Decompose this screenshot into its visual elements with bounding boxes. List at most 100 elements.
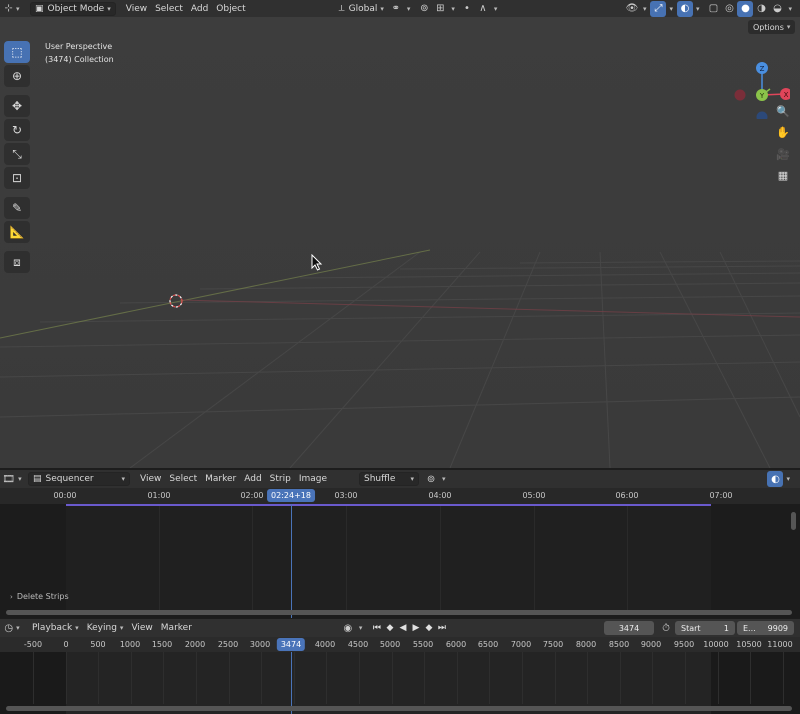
camera-icon[interactable]: 🎥 — [773, 144, 793, 164]
overlap-mode-dropdown[interactable]: Shuffle ▾ — [359, 472, 420, 486]
rendered-shading-icon[interactable]: ◒ — [769, 1, 785, 17]
tl-tick-label: 8500 — [608, 640, 630, 649]
auto-keying-icon[interactable]: ◉ — [340, 620, 356, 636]
cursor-tool[interactable]: ⊕ — [4, 65, 30, 87]
gizmo-toggle-icon[interactable]: ⤢ — [650, 0, 667, 17]
seq-menu-marker[interactable]: Marker — [201, 472, 240, 486]
select-box-icon: ⬚ — [11, 45, 23, 59]
3d-viewport[interactable]: User Perspective (3474) Collection ⬚ ⊕ ✥… — [0, 17, 800, 468]
tl-tick-label: 10500 — [736, 640, 762, 649]
sequencer-view-type[interactable]: ▤ Sequencer ▾ — [28, 472, 130, 486]
scale-tool[interactable]: ⤡ — [4, 143, 30, 165]
next-keyframe-icon[interactable]: ◆ — [422, 621, 435, 635]
seq-menu-image[interactable]: Image — [295, 472, 331, 486]
timeline-menu-marker[interactable]: Marker — [157, 621, 196, 635]
gizmo-x-label: X — [784, 91, 789, 99]
proportional-edit-icon[interactable]: • — [459, 1, 475, 17]
gizmo-neg-z-axis[interactable] — [756, 111, 768, 120]
snap-target-icon[interactable]: ⊞ — [432, 1, 448, 17]
stopwatch-icon[interactable]: ⏱ — [658, 620, 674, 636]
tl-tick-label: 10000 — [703, 640, 729, 649]
pivot-icon[interactable]: ⚭ — [388, 1, 404, 17]
menu-add[interactable]: Add — [187, 2, 212, 16]
annotate-tool[interactable]: ✎ — [4, 197, 30, 219]
timeline-ruler[interactable]: -500 0 500 1000 1500 2000 2500 3000 3474… — [0, 637, 800, 652]
mode-label: Object Mode — [47, 3, 105, 14]
options-dropdown[interactable]: Options ▾ — [748, 20, 796, 34]
prev-keyframe-icon[interactable]: ◆ — [383, 621, 396, 635]
visibility-icon[interactable]: 👁 — [624, 1, 640, 17]
sequencer-playhead[interactable]: 02:24+18 — [267, 489, 315, 502]
3d-cursor-icon[interactable] — [168, 293, 184, 309]
clock-editor-icon[interactable]: ◷ ▾ — [4, 620, 20, 636]
seq-gridline — [159, 506, 160, 610]
falloff-icon[interactable]: ∧ — [475, 1, 491, 17]
end-value: 9909 — [767, 623, 788, 633]
keying-menu[interactable]: Keying ▾ — [83, 621, 128, 635]
rotate-icon: ↻ — [11, 123, 23, 137]
editor-type-icon[interactable]: ⊹ ▾ — [4, 1, 20, 17]
seq-menu-view[interactable]: View — [136, 472, 165, 486]
tl-gridline — [685, 652, 686, 704]
transform-tool[interactable]: ⊡ — [4, 167, 30, 189]
tl-gridline — [228, 652, 230, 704]
end-frame-field[interactable]: E... 9909 — [737, 621, 794, 635]
sequencer-strip-area[interactable]: › Delete Strips — [0, 488, 800, 618]
orientation-selector[interactable]: ⟂ Global ▾ — [335, 2, 388, 16]
timeline-playhead[interactable]: 3474 — [276, 638, 306, 651]
seq-menu-add[interactable]: Add — [240, 472, 265, 486]
solid-shading-icon[interactable]: ● — [737, 0, 754, 17]
mode-selector[interactable]: ▣ Object Mode ▾ — [30, 1, 116, 16]
tl-tick-label: 1000 — [119, 640, 141, 649]
chevron-down-icon: ▾ — [786, 23, 791, 31]
tl-tick-label: 500 — [90, 640, 106, 649]
move-tool[interactable]: ✥ — [4, 95, 30, 117]
seq-menu-select[interactable]: Select — [165, 472, 201, 486]
seq-gridline — [534, 506, 535, 610]
play-reverse-icon[interactable]: ◀ — [396, 621, 409, 635]
overlay-toggle-icon[interactable]: ◐ — [767, 471, 784, 487]
zoom-icon[interactable]: 🔍 — [773, 101, 793, 121]
menu-select[interactable]: Select — [151, 2, 187, 16]
move-icon: ✥ — [11, 99, 23, 113]
editor-type-icon[interactable]: 🎞 ▾ — [2, 471, 21, 487]
tl-tick-label: 7500 — [542, 640, 564, 649]
pan-hand-icon[interactable]: ✋ — [773, 122, 793, 142]
tl-gridline — [782, 652, 784, 704]
snap-icon[interactable]: ⊚ — [416, 1, 432, 17]
perspective-grid-icon[interactable]: ▦ — [773, 165, 793, 185]
mouse-pointer-icon — [311, 254, 323, 271]
seq-gridline — [252, 506, 253, 610]
measure-tool[interactable]: 📐 — [4, 221, 30, 243]
timeline-menu-view[interactable]: View — [127, 621, 156, 635]
playback-menu[interactable]: Playback ▾ — [28, 621, 83, 635]
start-frame-field[interactable]: Start 1 — [675, 621, 735, 635]
timeline-horizontal-scrollbar[interactable] — [6, 706, 792, 711]
play-icon[interactable]: ▶ — [409, 621, 422, 635]
wireframe-shading-icon[interactable]: ◎ — [721, 1, 737, 17]
cursor-icon: ⊕ — [11, 69, 23, 83]
jump-end-icon[interactable]: ⏭ — [435, 621, 448, 635]
rotate-tool[interactable]: ↻ — [4, 119, 30, 141]
sequencer-ruler[interactable]: 00:00 01:00 02:00 03:00 04:00 05:00 06:0… — [0, 488, 800, 504]
material-shading-icon[interactable]: ◑ — [753, 1, 769, 17]
tool-shelf: ⬚ ⊕ ✥ ↻ ⤡ ⊡ ✎ 📐 ⧈ — [4, 41, 32, 275]
jump-start-icon[interactable]: ⏮ — [370, 621, 383, 635]
overlay-toggle-icon[interactable]: ◐ — [676, 0, 693, 17]
xray-icon[interactable]: ▢ — [705, 1, 721, 17]
select-box-tool[interactable]: ⬚ — [4, 41, 30, 63]
gizmo-y-label: Y — [759, 92, 765, 100]
menu-object[interactable]: Object — [212, 2, 249, 16]
snap-icon[interactable]: ⊚ — [423, 471, 439, 487]
sequencer-horizontal-scrollbar[interactable] — [6, 610, 792, 615]
last-operation-panel[interactable]: › Delete Strips — [10, 592, 69, 601]
menu-view[interactable]: View — [122, 2, 151, 16]
gizmo-neg-x-axis[interactable] — [734, 89, 746, 101]
sequencer-vertical-scrollbar[interactable] — [791, 512, 796, 530]
current-frame-field[interactable]: 3474 — [604, 621, 654, 635]
timeline-area[interactable] — [0, 652, 800, 714]
add-cube-tool[interactable]: ⧈ — [4, 251, 30, 273]
chevron-right-icon: › — [10, 592, 13, 601]
chevron-down-icon: ▾ — [119, 624, 124, 632]
seq-menu-strip[interactable]: Strip — [266, 472, 295, 486]
